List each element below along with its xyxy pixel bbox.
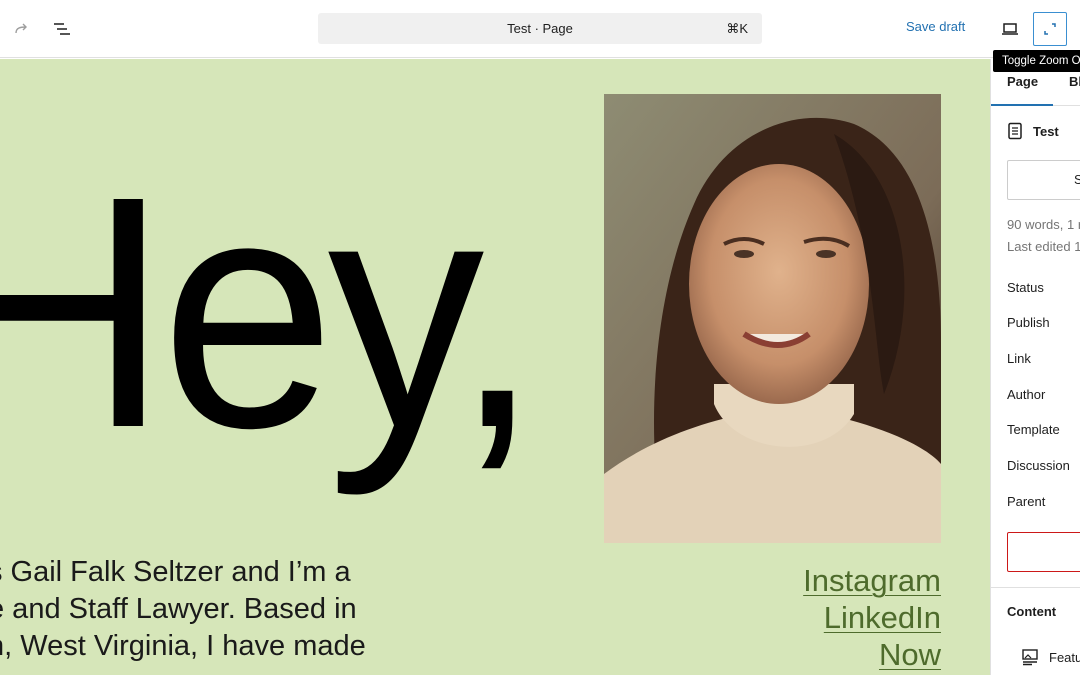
document-title: Test · Page <box>507 21 573 36</box>
bio-paragraph[interactable]: s Gail Falk Seltzer and I’m a e and Staf… <box>0 554 408 665</box>
field-author[interactable]: Author <box>1007 387 1045 402</box>
redo-icon <box>15 23 27 34</box>
page-icon <box>1008 122 1022 140</box>
list-view-button[interactable] <box>50 17 74 41</box>
laptop-icon <box>1002 23 1018 35</box>
redo-button[interactable] <box>10 17 34 41</box>
now-link[interactable]: Now <box>803 636 941 673</box>
settings-sidebar: Page Bl Test S 90 words, 1 r Last edited… <box>990 59 1080 675</box>
zoom-out-icon <box>1044 23 1056 35</box>
keyboard-shortcut: ⌘K <box>726 21 748 36</box>
bio-line: e and Staff Lawyer. Based in <box>0 593 357 625</box>
field-discussion[interactable]: Discussion <box>1007 458 1070 473</box>
featured-image-item[interactable]: Featu <box>1021 648 1080 666</box>
command-palette-button[interactable]: Test · Page ⌘K <box>318 13 762 44</box>
field-link[interactable]: Link <box>1007 351 1031 366</box>
editor-toolbar: Test · Page ⌘K Save draft <box>0 0 1080 58</box>
last-edited: Last edited 1 <box>1007 239 1080 254</box>
linkedin-link[interactable]: LinkedIn <box>803 599 941 636</box>
tab-block[interactable]: Bl <box>1069 74 1080 89</box>
editor-canvas[interactable]: Hey, s Gail Falk Seltzer and I’m a e and… <box>0 59 990 675</box>
list-view-icon <box>54 23 70 35</box>
portrait-illustration <box>604 94 941 543</box>
bio-line: n, West Virginia, I have made <box>0 630 366 662</box>
post-title: Test <box>1033 123 1059 139</box>
tab-page[interactable]: Page <box>1007 74 1038 89</box>
hero-heading[interactable]: Hey, <box>0 147 541 477</box>
featured-image-icon <box>1022 649 1038 666</box>
toggle-zoom-tooltip: Toggle Zoom Out <box>993 50 1080 72</box>
section-divider <box>991 587 1080 588</box>
field-status[interactable]: Status <box>1007 280 1044 295</box>
device-preview-button[interactable] <box>998 17 1022 41</box>
portrait-image[interactable] <box>604 94 941 543</box>
bio-line: s Gail Falk Seltzer and I’m a <box>0 556 351 588</box>
toggle-zoom-button[interactable] <box>1033 12 1067 46</box>
content-section-title[interactable]: Content <box>1007 604 1056 619</box>
social-links: Instagram LinkedIn Now <box>803 562 941 673</box>
field-publish[interactable]: Publish <box>1007 315 1050 330</box>
active-tab-indicator <box>991 104 1053 106</box>
move-to-trash-button[interactable] <box>1007 532 1080 572</box>
summary-button[interactable]: S <box>1007 160 1080 200</box>
instagram-link[interactable]: Instagram <box>803 562 941 599</box>
featured-image-label: Featu <box>1049 649 1080 665</box>
post-title-row: Test <box>1007 122 1059 140</box>
word-count: 90 words, 1 r <box>1007 217 1080 232</box>
save-draft-button[interactable]: Save draft <box>906 19 965 34</box>
field-parent[interactable]: Parent <box>1007 494 1045 509</box>
field-template[interactable]: Template <box>1007 422 1060 437</box>
